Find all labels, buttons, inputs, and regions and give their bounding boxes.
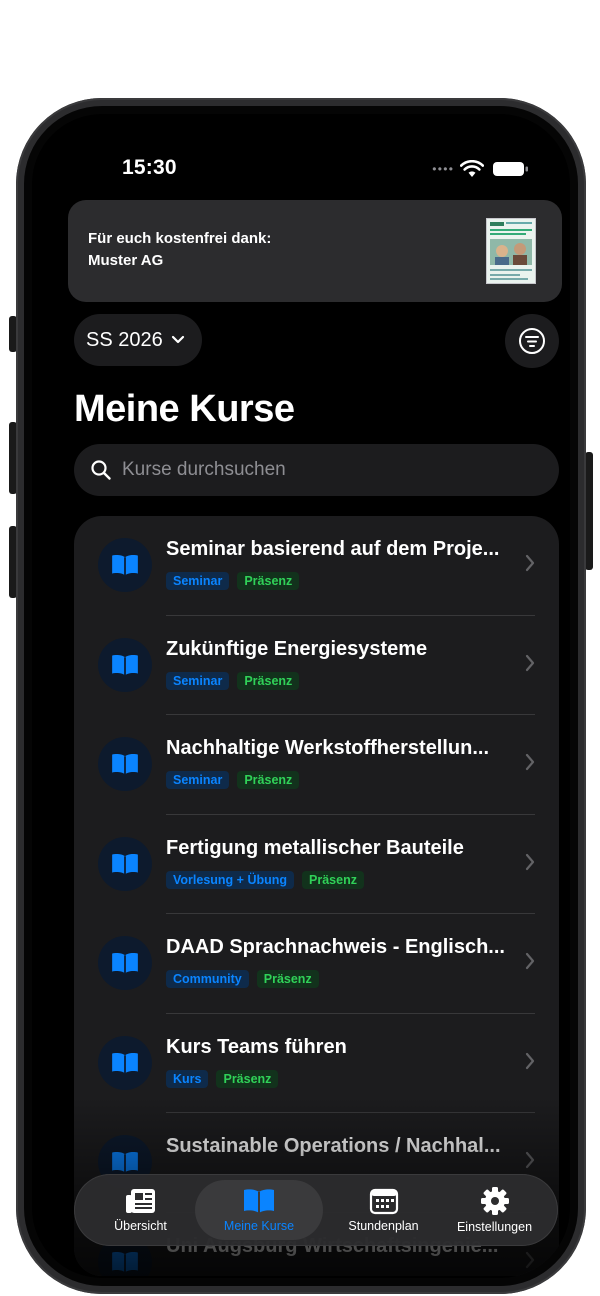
course-tag: Seminar xyxy=(166,572,230,590)
tab-bar: Übersicht Meine Kurse Stundenplan Einste… xyxy=(74,1174,558,1246)
tab-meine-kurse[interactable]: Meine Kurse xyxy=(195,1180,323,1240)
course-tag: Seminar xyxy=(166,771,230,789)
course-title: Sustainable Operations / Nachhal... xyxy=(166,1135,501,1157)
course-icon xyxy=(98,637,152,692)
chevron-right xyxy=(525,654,535,677)
chevron-right-icon xyxy=(525,1052,535,1069)
chevron-right-icon xyxy=(525,654,535,671)
course-tag: Kurs xyxy=(166,1069,209,1088)
course-icon xyxy=(98,538,152,592)
chevron-right xyxy=(525,1251,535,1274)
course-tag: Präsenz xyxy=(216,1069,279,1088)
course-title: Zukünftige Energiesysteme xyxy=(166,637,428,660)
course-tag: Community xyxy=(166,970,249,988)
chevron-right-icon xyxy=(525,1251,535,1268)
search-field[interactable]: Kurse durchsuchen xyxy=(74,444,559,496)
course-tag: Präsenz xyxy=(237,572,300,590)
sponsor-line-2: Muster AG xyxy=(88,252,164,269)
course-title: Seminar basierend auf dem Proje... xyxy=(166,538,500,560)
chevron-right-icon xyxy=(525,952,535,970)
book-icon xyxy=(112,555,138,576)
search-placeholder: Kurse durchsuchen xyxy=(122,459,286,480)
chevron-right-icon xyxy=(525,1151,535,1169)
course-row[interactable]: Fertigung metallischer Bauteile Vorlesung… xyxy=(74,815,559,914)
search-icon xyxy=(91,460,111,480)
chevron-right xyxy=(525,554,535,577)
course-icon xyxy=(98,737,152,791)
course-tag: Präsenz xyxy=(302,870,364,889)
chevron-right xyxy=(525,1151,535,1174)
course-icon xyxy=(98,836,152,891)
chevron-right-icon xyxy=(525,753,535,771)
sponsor-thumbnail[interactable] xyxy=(486,218,536,284)
course-list: Seminar basierend auf dem Proje... Semina… xyxy=(74,516,559,1276)
chevron-right xyxy=(525,853,535,876)
chevron-right xyxy=(525,1052,535,1075)
book-icon xyxy=(112,1152,138,1173)
chevron-down-icon xyxy=(171,335,184,344)
tab-label: Stundenplan xyxy=(348,1219,419,1233)
course-title: Nachhaltige Werkstoffherstellun... xyxy=(166,737,490,759)
filter-button[interactable] xyxy=(505,314,559,368)
calendar-icon xyxy=(369,1188,398,1215)
book-icon xyxy=(244,1189,274,1213)
gear-icon xyxy=(480,1187,509,1215)
screen: 15:30 • • • • Für euch kostenfrei dank: … xyxy=(32,114,570,1278)
course-tags: Seminar Präsenz xyxy=(166,572,300,590)
course-icon xyxy=(98,936,152,990)
book-icon xyxy=(112,1052,138,1073)
chevron-right xyxy=(525,952,535,975)
sponsor-line-1: Für euch kostenfrei dank: xyxy=(88,230,272,247)
book-icon xyxy=(112,1251,138,1272)
power-button xyxy=(585,452,593,570)
course-tags: Community Präsenz xyxy=(166,970,319,988)
course-tag: Präsenz xyxy=(256,970,319,988)
course-row[interactable]: Kurs Teams führen Kurs Präsenz xyxy=(74,1014,559,1113)
newspaper-icon xyxy=(125,1189,155,1213)
course-title: Fertigung metallischer Bauteile xyxy=(166,836,464,859)
tab-label: Meine Kurse xyxy=(223,1219,295,1233)
course-tags: Kurs Präsenz xyxy=(166,1069,279,1088)
semester-selector[interactable]: SS 2026 xyxy=(74,314,202,366)
tab-label: Einstellungen xyxy=(456,1220,533,1234)
tab-label: Übersicht xyxy=(114,1219,167,1233)
course-row[interactable]: DAAD Sprachnachweis - Englisch... Communi… xyxy=(74,914,559,1014)
status-time: 15:30 xyxy=(122,156,177,179)
course-row[interactable]: Zukünftige Energiesysteme Seminar Präsenz xyxy=(74,616,559,715)
page-title: Meine Kurse xyxy=(74,388,295,430)
sponsor-text: Für euch kostenfrei dank: Muster AG xyxy=(88,228,271,272)
semester-label: SS 2026 xyxy=(86,328,163,351)
course-title: DAAD Sprachnachweis - Englisch... xyxy=(166,936,505,958)
tab-stundenplan[interactable]: Stundenplan xyxy=(323,1180,444,1240)
tab-einstellungen[interactable]: Einstellungen xyxy=(434,1180,555,1240)
course-icon xyxy=(98,1035,152,1090)
course-tags: Seminar Präsenz xyxy=(166,671,300,690)
course-row[interactable]: Nachhaltige Werkstoffherstellun... Semina… xyxy=(74,715,559,815)
tab-uebersicht[interactable]: Übersicht xyxy=(80,1180,201,1240)
course-tag: Präsenz xyxy=(237,671,300,690)
chevron-right xyxy=(525,753,535,776)
book-icon xyxy=(112,853,138,874)
book-icon xyxy=(112,654,138,675)
sponsor-card[interactable]: Für euch kostenfrei dank: Muster AG xyxy=(68,200,562,302)
wifi-icon xyxy=(460,160,484,177)
signal-dots-icon: • • • • xyxy=(432,162,453,176)
course-tag: Seminar xyxy=(166,671,230,690)
book-icon xyxy=(112,953,138,974)
book-icon xyxy=(112,754,138,775)
status-indicators: • • • • xyxy=(432,160,530,178)
chevron-right-icon xyxy=(525,554,535,572)
course-tags: Vorlesung + Übung Präsenz xyxy=(166,870,364,889)
chevron-right-icon xyxy=(525,853,535,870)
course-row[interactable]: Seminar basierend auf dem Proje... Semina… xyxy=(74,516,559,616)
course-tags: Seminar Präsenz xyxy=(166,771,300,789)
phone-frame: 15:30 • • • • Für euch kostenfrei dank: … xyxy=(16,98,586,1294)
course-title: Kurs Teams führen xyxy=(166,1035,347,1058)
course-tag: Vorlesung + Übung xyxy=(166,870,295,889)
filter-icon xyxy=(519,328,545,354)
battery-icon xyxy=(493,162,528,176)
course-tag: Präsenz xyxy=(237,771,300,789)
